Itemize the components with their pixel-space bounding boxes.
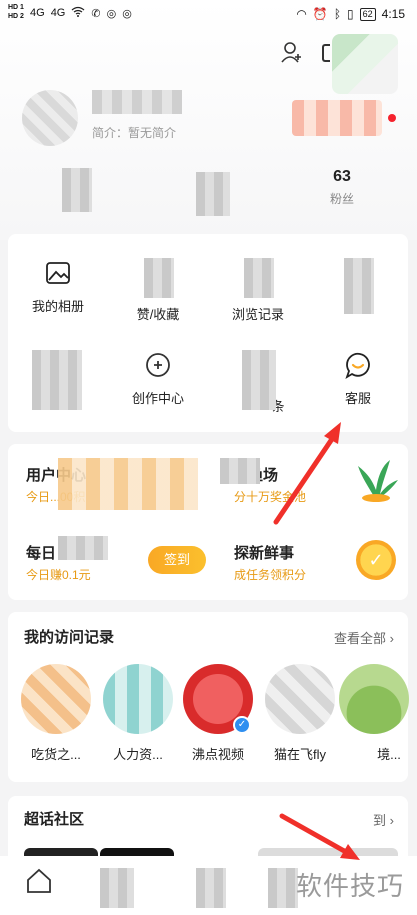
visit-history-title: 我的访问记录 xyxy=(24,629,115,646)
wechat-icon-2: ◎ xyxy=(122,7,132,20)
customer-service-icon xyxy=(343,350,373,380)
vibrate-icon: ▯ xyxy=(347,7,354,21)
visit-item-1[interactable]: 吃货之... xyxy=(18,664,94,763)
wechat-icon: ◎ xyxy=(106,7,117,20)
visit-item-2[interactable]: 人力资... xyxy=(100,664,176,763)
wifi-icon xyxy=(71,6,85,20)
visit-item-5[interactable]: 境... xyxy=(336,664,412,763)
network-label-2: 4G xyxy=(50,7,66,19)
tab-blurred[interactable] xyxy=(196,868,226,908)
coin-check-icon: ✓ xyxy=(356,540,396,580)
settings-icon[interactable] xyxy=(322,44,330,62)
visit-item-3[interactable]: ✓ 沸点视频 xyxy=(180,664,256,763)
daily-blurred xyxy=(58,536,108,560)
clock: 4:15 xyxy=(381,7,405,21)
visit-avatar xyxy=(103,664,173,734)
arena-sub: 分十万奖金池 xyxy=(234,490,307,504)
home-tab-icon[interactable] xyxy=(24,866,64,906)
alarm-icon: ⏰ xyxy=(312,7,328,21)
profile-bio: 简介：暂无简介 xyxy=(92,126,177,140)
visit-avatar xyxy=(21,664,91,734)
grid-item-album[interactable]: 我的相册 xyxy=(8,258,108,315)
blurred-icon xyxy=(242,350,276,410)
grid-item-history[interactable]: 浏览记录 xyxy=(208,258,308,323)
battery-icon: 62 xyxy=(359,7,376,21)
visit-avatar: ✓ xyxy=(183,664,253,734)
photo-album-icon xyxy=(43,258,73,288)
notification-dot xyxy=(388,114,396,122)
user-center-blurred xyxy=(58,458,198,510)
quick-grid-card: 我的相册 赞/收藏 浏览记录 创作中心 条 客服 xyxy=(8,234,408,432)
watermark-text: 软件技巧 xyxy=(296,871,405,901)
fans-label: 粉丝 xyxy=(329,192,354,206)
promo-card: 用户中心 今日...00积 渔场 分十万奖金池 每日 今日赚0.1元 签到 探新… xyxy=(8,444,408,600)
phone-icon: ✆ xyxy=(91,7,101,20)
grid-item-service[interactable]: 客服 xyxy=(308,350,408,407)
network-label: 4G xyxy=(30,7,45,19)
fresh-sub: 成任务领积分 xyxy=(234,568,307,582)
stats-row: 63 粉丝 xyxy=(0,168,417,218)
arena-blurred xyxy=(220,458,260,484)
level-badge[interactable] xyxy=(292,100,382,136)
tab-blurred[interactable] xyxy=(100,868,134,908)
status-bar: HD 1 HD 2 4G 4G ✆ ◎ ◎ ◠ ⏰ ᛒ ▯ 62 4:15 xyxy=(0,0,417,30)
grid-item-7[interactable]: 条 xyxy=(208,350,308,415)
visit-history-card: 我的访问记录 查看全部 › 吃货之... 人力资... ✓ 沸点视频 猫在飞fl… xyxy=(8,612,409,782)
grid-item-likes[interactable]: 赞/收藏 xyxy=(108,258,208,323)
daily-title[interactable]: 每日 xyxy=(26,542,56,563)
like-favorite-icon xyxy=(144,258,174,298)
tab-blurred[interactable] xyxy=(268,868,298,908)
plant-icon xyxy=(352,456,400,502)
scan-avatar[interactable] xyxy=(332,34,398,94)
creator-center-icon xyxy=(143,350,173,380)
stat-blurred xyxy=(62,168,92,212)
visit-avatar xyxy=(265,664,335,734)
stat-fans[interactable]: 63 粉丝 xyxy=(302,168,382,207)
username-blurred[interactable] xyxy=(92,90,182,114)
daily-sub: 今日赚0.1元 xyxy=(26,568,91,582)
super-topic-title: 超话社区 xyxy=(24,811,85,828)
stat-blurred xyxy=(196,172,230,216)
add-friend-icon[interactable] xyxy=(280,40,304,64)
visit-avatar xyxy=(339,664,409,734)
super-topic-link[interactable]: 到 › xyxy=(373,810,394,829)
bluetooth-icon: ᛒ xyxy=(333,7,342,21)
sign-in-button[interactable]: 签到 xyxy=(148,546,206,574)
see-all-link[interactable]: 查看全部 › xyxy=(334,628,394,647)
headphone-icon: ◠ xyxy=(296,7,307,21)
verified-icon: ✓ xyxy=(233,716,251,734)
grid-item-creator[interactable]: 创作中心 xyxy=(108,350,208,407)
fresh-title[interactable]: 探新鲜事 xyxy=(234,542,294,563)
avatar[interactable] xyxy=(22,90,78,146)
fans-count: 63 xyxy=(333,168,351,185)
blurred-icon xyxy=(344,258,374,314)
blurred-icon xyxy=(32,350,82,410)
visit-item-4[interactable]: 猫在飞fly xyxy=(262,664,338,763)
history-icon xyxy=(244,258,274,298)
sim-indicator: HD 1 HD 2 xyxy=(8,4,24,20)
